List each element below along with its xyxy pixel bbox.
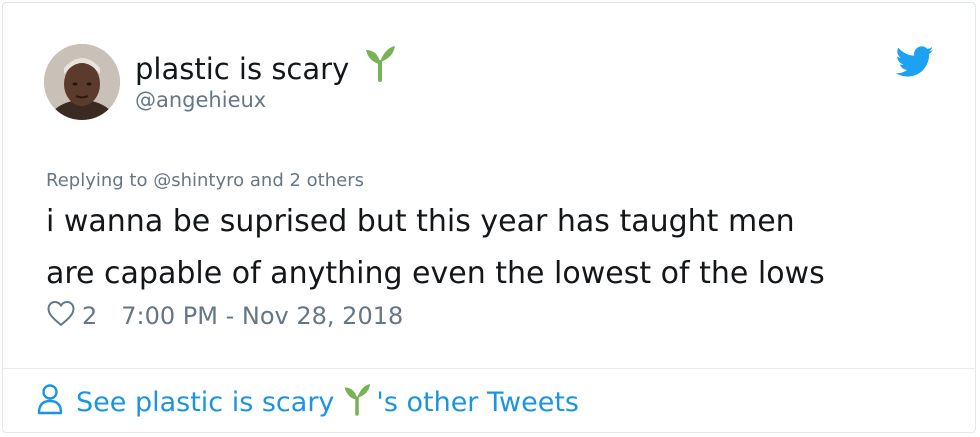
footer-link-suffix: 's other Tweets [376, 386, 579, 418]
sprout-icon [363, 44, 397, 94]
footer-divider [2, 368, 976, 369]
tweet-text: i wanna be suprised but this year has ta… [46, 196, 946, 300]
heart-icon[interactable] [46, 299, 76, 333]
footer-link-prefix: See plastic is scary [76, 386, 335, 418]
person-icon [36, 383, 64, 422]
replying-to: Replying to @shintyro and 2 others [46, 168, 364, 194]
user-handle[interactable]: @angehieux [135, 86, 266, 114]
tweet-meta: 2 7:00 PM - Nov 28, 2018 [46, 298, 403, 334]
sprout-icon [342, 382, 372, 423]
tweet-timestamp[interactable]: 7:00 PM - Nov 28, 2018 [121, 302, 403, 330]
twitter-bird-icon[interactable] [895, 46, 934, 78]
replying-prefix: Replying to [46, 170, 148, 191]
tweet-text-line: are capable of anything even the lowest … [46, 256, 825, 291]
tweet-text-line: i wanna be suprised but this year has ta… [46, 204, 795, 239]
display-name-text: plastic is scary [135, 52, 350, 86]
like-count[interactable]: 2 [82, 302, 97, 330]
replying-suffix[interactable]: and 2 others [250, 170, 364, 191]
see-other-tweets-link[interactable]: See plastic is scary 's other Tweets [36, 380, 579, 424]
replying-target-link[interactable]: @shintyro [153, 170, 244, 191]
avatar[interactable] [44, 44, 120, 120]
